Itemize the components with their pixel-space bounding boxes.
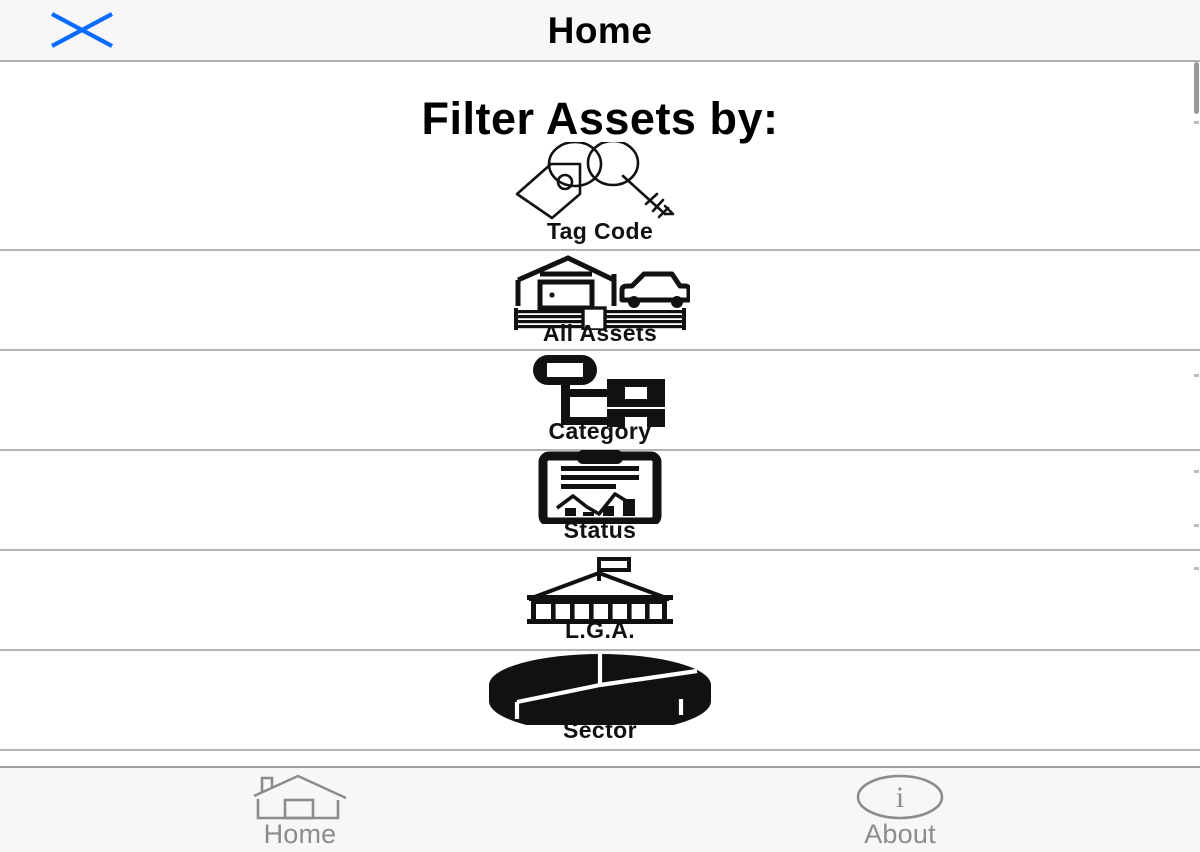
filter-item-label: Tag Code — [546, 218, 654, 245]
scroll-tick — [1194, 524, 1199, 527]
filter-item-label: Sector — [563, 717, 637, 744]
svg-text:i: i — [896, 781, 904, 814]
scroll-container[interactable]: Filter Assets by: Tag Code All Assets Ca… — [0, 62, 1200, 766]
tab-about[interactable]: i About — [600, 768, 1200, 852]
scroll-tick — [1194, 121, 1199, 124]
filter-item-label: All Assets — [542, 320, 658, 347]
filter-heading: Filter Assets by: — [421, 93, 779, 144]
filter-item-lga[interactable]: L.G.A. — [0, 551, 1200, 652]
tab-home[interactable]: Home — [0, 768, 600, 852]
clipboard-chart-icon — [537, 450, 663, 525]
filter-item-category[interactable]: Category — [0, 351, 1200, 452]
vertical-scrollbar[interactable] — [1192, 62, 1200, 766]
filter-item-label: L.G.A. — [564, 617, 636, 644]
tab-label: About — [864, 819, 936, 849]
filter-item-tag-code[interactable]: Tag Code — [0, 142, 1200, 252]
filter-item-label: Status — [563, 517, 637, 544]
filter-list: Tag Code All Assets Category Status L.G.… — [0, 142, 1200, 752]
info-circle-icon: i — [852, 774, 948, 820]
app-root: Home Filter Assets by: Tag Code All Asse… — [0, 0, 1200, 852]
hierarchy-tree-icon — [529, 355, 671, 428]
filter-item-status[interactable]: Status — [0, 450, 1200, 552]
scrollbar-thumb[interactable] — [1194, 62, 1199, 114]
tab-label: Home — [263, 819, 337, 849]
government-building-icon — [521, 557, 679, 625]
page-header-title: Home — [547, 9, 653, 51]
pie-chart-icon — [485, 654, 715, 726]
filter-item-sector[interactable]: Sector — [0, 651, 1200, 752]
scroll-tick — [1194, 470, 1199, 473]
house-outline-icon — [252, 774, 348, 820]
filter-item-label: Category — [548, 418, 652, 445]
header-bar: Home — [0, 0, 1200, 62]
filter-item-all-assets[interactable]: All Assets — [0, 251, 1200, 352]
bottom-tab-bar: Home i About — [0, 766, 1200, 852]
tag-key-icon — [505, 142, 695, 224]
scroll-tick — [1194, 567, 1199, 570]
scroll-tick — [1194, 374, 1199, 377]
